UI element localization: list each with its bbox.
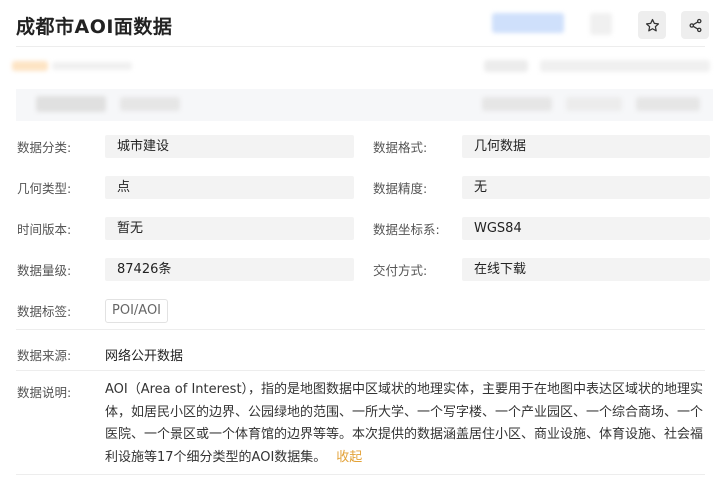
section-divider <box>16 329 705 330</box>
share-button[interactable] <box>681 11 709 39</box>
source-label: 数据来源: <box>17 348 72 363</box>
blurred-meta-right-2 <box>540 60 710 72</box>
precision-value: 无 <box>462 176 710 199</box>
blurred-strip-block <box>566 97 622 111</box>
page-title: 成都市AOI面数据 <box>16 16 173 38</box>
description-text: AOI（Area of Interest），指的是地图数据中区域状的地理实体，主… <box>105 379 710 469</box>
blurred-meta-left-2 <box>52 62 132 70</box>
volume-value: 87426条 <box>105 258 354 281</box>
format-value: 几何数据 <box>462 135 710 158</box>
description-body: AOI（Area of Interest），指的是地图数据中区域状的地理实体，主… <box>105 382 704 465</box>
crs-label: 数据坐标系: <box>373 222 440 237</box>
category-label: 数据分类: <box>17 140 72 155</box>
delivery-value: 在线下载 <box>462 258 710 281</box>
section-divider <box>16 370 705 371</box>
crs-value: WGS84 <box>462 217 710 240</box>
blurred-strip-block <box>36 96 106 112</box>
blurred-strip-block <box>482 97 552 111</box>
geometry-label: 几何类型: <box>17 181 72 196</box>
blurred-strip-block <box>120 97 180 111</box>
source-value: 网络公开数据 <box>105 349 184 364</box>
blurred-meta-left <box>12 61 48 71</box>
bottom-divider <box>16 474 705 475</box>
favorite-button[interactable] <box>638 11 666 39</box>
star-icon <box>645 18 659 31</box>
version-label: 时间版本: <box>17 222 72 237</box>
blurred-meta-right <box>484 60 528 72</box>
tags-label: 数据标签: <box>17 304 72 319</box>
blurred-header-block-small <box>590 13 612 35</box>
share-icon <box>689 18 701 32</box>
collapse-link[interactable]: 收起 <box>336 450 362 465</box>
tag-chip[interactable]: POI/AOI <box>105 299 169 323</box>
format-label: 数据格式: <box>373 140 428 155</box>
volume-label: 数据量级: <box>17 263 72 278</box>
blurred-header-block <box>492 13 564 33</box>
geometry-value: 点 <box>105 176 354 199</box>
blurred-strip-block <box>636 97 700 111</box>
description-label: 数据说明: <box>17 385 72 400</box>
header-divider <box>16 46 705 47</box>
category-value: 城市建设 <box>105 135 354 158</box>
delivery-label: 交付方式: <box>373 263 428 278</box>
precision-label: 数据精度: <box>373 181 428 196</box>
version-value: 暂无 <box>105 217 354 240</box>
